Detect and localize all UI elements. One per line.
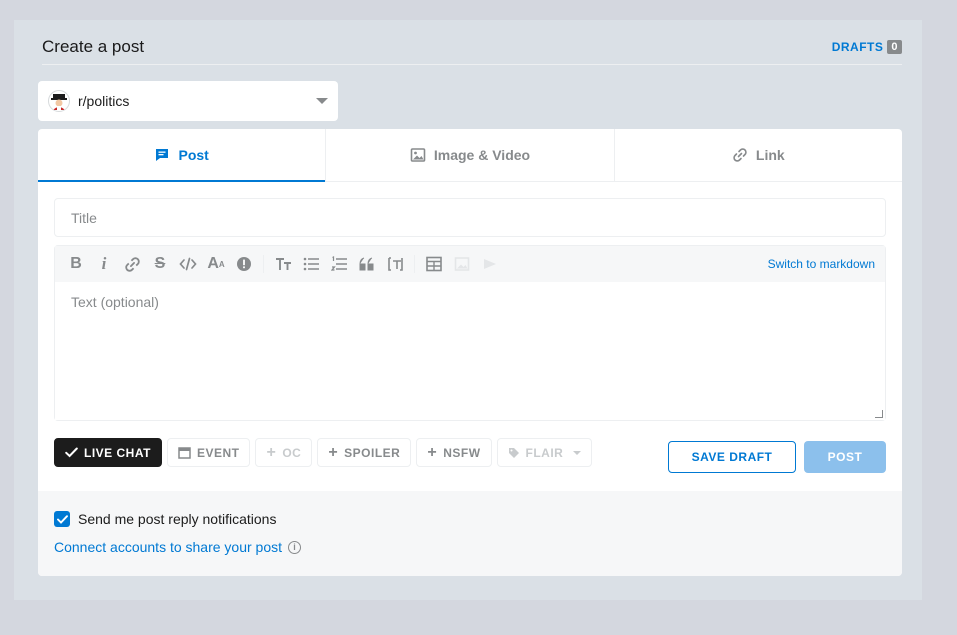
superscript-icon[interactable]: AA [205, 253, 227, 275]
bold-icon[interactable]: B [65, 253, 87, 275]
oc-label: OC [282, 445, 302, 460]
plus-icon: + [328, 443, 339, 461]
nsfw-button[interactable]: + NSFW [416, 438, 492, 467]
link-icon [733, 148, 747, 162]
spoiler-label: SPOILER [344, 445, 401, 460]
post-options-footer: Send me post reply notifications Connect… [38, 491, 902, 576]
community-name: r/politics [78, 93, 130, 109]
spoiler-icon[interactable] [233, 253, 255, 275]
quote-icon[interactable] [356, 253, 378, 275]
title-input[interactable] [54, 198, 886, 237]
connect-accounts-label: Connect accounts to share your post [54, 539, 283, 555]
spoiler-button[interactable]: + SPOILER [317, 438, 412, 467]
post-type-tabs: Post Image & Video Link [38, 129, 902, 182]
image-icon [451, 253, 473, 275]
check-icon [56, 514, 68, 524]
connect-accounts-link[interactable]: Connect accounts to share your post i [54, 539, 302, 555]
check-icon [65, 447, 78, 458]
code-block-icon[interactable] [384, 253, 406, 275]
plus-icon: + [427, 443, 438, 461]
community-selector[interactable]: r/politics [38, 81, 338, 121]
tab-link[interactable]: Link [615, 129, 902, 181]
community-avatar [48, 90, 70, 112]
post-actions: SAVE DRAFT POST [668, 441, 886, 473]
notifications-label: Send me post reply notifications [78, 511, 277, 527]
save-draft-button[interactable]: SAVE DRAFT [668, 441, 796, 473]
info-icon[interactable]: i [288, 540, 302, 554]
drafts-count-badge: 0 [887, 40, 902, 54]
nsfw-label: NSFW [443, 445, 481, 460]
table-icon[interactable] [423, 253, 445, 275]
heading-icon[interactable] [272, 253, 294, 275]
chevron-down-icon [573, 450, 582, 455]
create-post-panel: Create a post DRAFTS 0 r/politics Post I… [14, 20, 922, 600]
numbered-list-icon[interactable] [328, 253, 350, 275]
tab-link-label: Link [755, 147, 785, 163]
rich-text-editor: B i S AA Switch to markdown Text (option… [54, 245, 886, 421]
drafts-label: DRAFTS [831, 40, 884, 54]
link-icon[interactable] [121, 253, 143, 275]
strikethrough-icon[interactable]: S [149, 253, 171, 275]
chevron-down-icon [316, 98, 328, 104]
tab-post[interactable]: Post [38, 129, 327, 182]
calendar-icon [178, 447, 191, 459]
resize-handle-icon[interactable] [875, 410, 883, 418]
post-icon [156, 149, 169, 161]
plus-icon: + [266, 443, 277, 461]
notifications-option: Send me post reply notifications [54, 511, 276, 527]
live-chat-label: LIVE CHAT [84, 445, 151, 460]
post-button[interactable]: POST [804, 441, 886, 473]
toolbar-divider [414, 255, 415, 273]
event-button[interactable]: EVENT [166, 438, 251, 467]
notifications-checkbox[interactable] [54, 511, 70, 527]
flair-label: FLAIR [525, 445, 564, 460]
community-icon [51, 94, 67, 110]
live-chat-button[interactable]: LIVE CHAT [54, 438, 162, 467]
italic-icon[interactable]: i [93, 253, 115, 275]
code-icon[interactable] [177, 253, 199, 275]
bulleted-list-icon[interactable] [300, 253, 322, 275]
post-tags: LIVE CHAT EVENT + OC + SPOILER + NSFW FL… [54, 438, 593, 467]
page-title: Create a post [42, 37, 145, 56]
oc-button[interactable]: + OC [255, 438, 313, 467]
tab-image-video-label: Image & Video [433, 147, 531, 163]
toolbar-divider [263, 255, 264, 273]
video-icon [479, 253, 501, 275]
tab-post-label: Post [178, 147, 209, 163]
flair-dropdown[interactable]: FLAIR [496, 438, 593, 467]
post-editor-card: Post Image & Video Link Title B i S A A … [38, 129, 902, 576]
body-textarea[interactable] [55, 282, 885, 420]
editor-toolbar: B i S AA Switch to markdown [55, 246, 885, 282]
page-header: Create a post DRAFTS 0 [42, 34, 902, 65]
switch-to-markdown-link[interactable]: Switch to markdown [768, 257, 875, 271]
tab-image-video[interactable]: Image & Video [326, 129, 615, 181]
event-label: EVENT [196, 445, 240, 460]
tag-icon [508, 447, 519, 458]
image-icon [410, 148, 426, 162]
drafts-button[interactable]: DRAFTS 0 [832, 40, 902, 54]
